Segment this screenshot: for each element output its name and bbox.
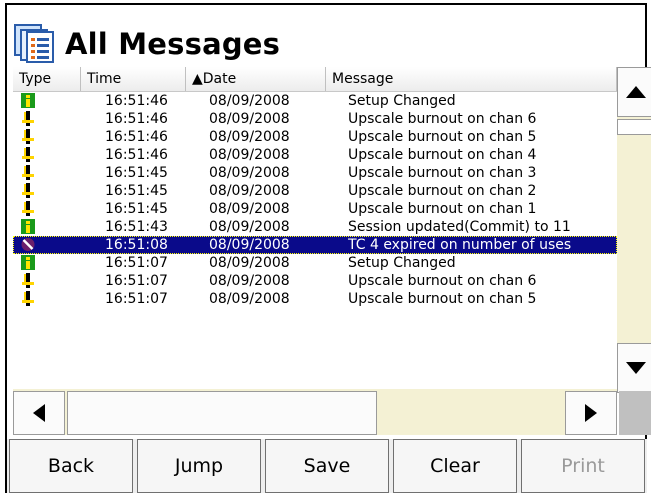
row-date: 08/09/2008 (209, 165, 290, 181)
table-row[interactable]: 16:51:08 08/09/2008 TC 4 expired on number… (13, 236, 617, 254)
row-time: 16:51:07 (105, 273, 168, 289)
arrow-left-icon (33, 404, 45, 422)
row-date: 08/09/2008 (209, 111, 290, 127)
table-row[interactable]: 16:51:46 08/09/2008 Upscale burnout on cha… (13, 146, 617, 164)
vertical-scroll-thumb[interactable] (617, 119, 651, 135)
row-time: 16:51:45 (105, 165, 168, 181)
row-time: 16:51:45 (105, 201, 168, 217)
row-date: 08/09/2008 (209, 147, 290, 163)
row-time: 16:51:46 (105, 111, 168, 127)
row-message: Setup Changed (348, 93, 456, 109)
table-row[interactable]: 16:51:43 08/09/2008 Session updated(Commit… (13, 218, 617, 236)
scroll-left-button[interactable] (13, 391, 65, 435)
row-date: 08/09/2008 (209, 129, 290, 145)
button-bar: Back Jump Save Clear Print (7, 439, 647, 493)
row-message: Upscale burnout on chan 5 (348, 291, 537, 307)
column-header-date[interactable]: ▲Date (186, 67, 326, 91)
table-row[interactable]: 16:51:46 08/09/2008 Setup Changed (13, 92, 617, 110)
row-message: Upscale burnout on chan 5 (348, 129, 537, 145)
title-bar: All Messages (7, 5, 645, 65)
table-row[interactable]: 16:51:45 08/09/2008 Upscale burnout on cha… (13, 200, 617, 218)
row-date: 08/09/2008 (209, 93, 290, 109)
row-message: Setup Changed (348, 255, 456, 271)
row-time: 16:51:45 (105, 183, 168, 199)
table-row[interactable]: 16:51:07 08/09/2008 Setup Changed (13, 254, 617, 272)
row-message: Upscale burnout on chan 6 (348, 111, 537, 127)
clear-button[interactable]: Clear (393, 439, 517, 493)
row-time: 16:51:46 (105, 147, 168, 163)
column-header-message[interactable]: Message (326, 67, 617, 91)
column-header-type[interactable]: Type (13, 67, 81, 91)
arrow-down-icon (626, 362, 646, 374)
row-date: 08/09/2008 (209, 273, 290, 289)
column-header-row: Type Time ▲Date Message (13, 67, 617, 92)
row-message: TC 4 expired on number of uses (348, 237, 572, 253)
message-list-icon (14, 24, 54, 63)
table-row[interactable]: 16:51:45 08/09/2008 Upscale burnout on cha… (13, 182, 617, 200)
row-time: 16:51:08 (105, 237, 168, 253)
row-date: 08/09/2008 (209, 255, 290, 271)
all-messages-window: All Messages Type Time ▲Date Message 16:… (5, 3, 651, 493)
scroll-right-button[interactable] (565, 391, 617, 435)
arrow-up-icon (626, 86, 646, 98)
back-button[interactable]: Back (9, 439, 133, 493)
save-button[interactable]: Save (265, 439, 389, 493)
row-date: 08/09/2008 (209, 291, 290, 307)
message-list[interactable]: Type Time ▲Date Message 16:51:46 08/09/20… (13, 67, 618, 389)
row-date: 08/09/2008 (209, 201, 290, 217)
row-time: 16:51:46 (105, 93, 168, 109)
row-message: Session updated(Commit) to 11 (348, 219, 571, 235)
jump-button[interactable]: Jump (137, 439, 261, 493)
print-button[interactable]: Print (521, 439, 645, 493)
horizontal-scrollbar[interactable] (13, 391, 617, 435)
scroll-down-button[interactable] (617, 343, 651, 393)
row-message: Upscale burnout on chan 2 (348, 183, 537, 199)
row-time: 16:51:07 (105, 255, 168, 271)
vertical-scrollbar[interactable] (617, 67, 651, 393)
table-row[interactable]: 16:51:46 08/09/2008 Upscale burnout on cha… (13, 128, 617, 146)
row-date: 08/09/2008 (209, 219, 290, 235)
row-message: Upscale burnout on chan 4 (348, 147, 537, 163)
row-message: Upscale burnout on chan 1 (348, 201, 537, 217)
table-row[interactable]: 16:51:46 08/09/2008 Upscale burnout on cha… (13, 110, 617, 128)
row-date: 08/09/2008 (209, 183, 290, 199)
arrow-right-icon (585, 404, 597, 422)
horizontal-scroll-thumb[interactable] (67, 391, 377, 435)
window-title: All Messages (65, 27, 281, 61)
scrollbar-corner (619, 391, 651, 435)
row-message: Upscale burnout on chan 6 (348, 273, 537, 289)
row-message: Upscale burnout on chan 3 (348, 165, 537, 181)
row-date: 08/09/2008 (209, 237, 290, 253)
table-row[interactable]: 16:51:07 08/09/2008 Upscale burnout on cha… (13, 290, 617, 308)
table-row[interactable]: 16:51:07 08/09/2008 Upscale burnout on cha… (13, 272, 617, 290)
row-time: 16:51:43 (105, 219, 168, 235)
table-row[interactable]: 16:51:45 08/09/2008 Upscale burnout on cha… (13, 164, 617, 182)
scroll-up-button[interactable] (617, 67, 651, 117)
row-time: 16:51:07 (105, 291, 168, 307)
row-time: 16:51:46 (105, 129, 168, 145)
column-header-time[interactable]: Time (81, 67, 186, 91)
